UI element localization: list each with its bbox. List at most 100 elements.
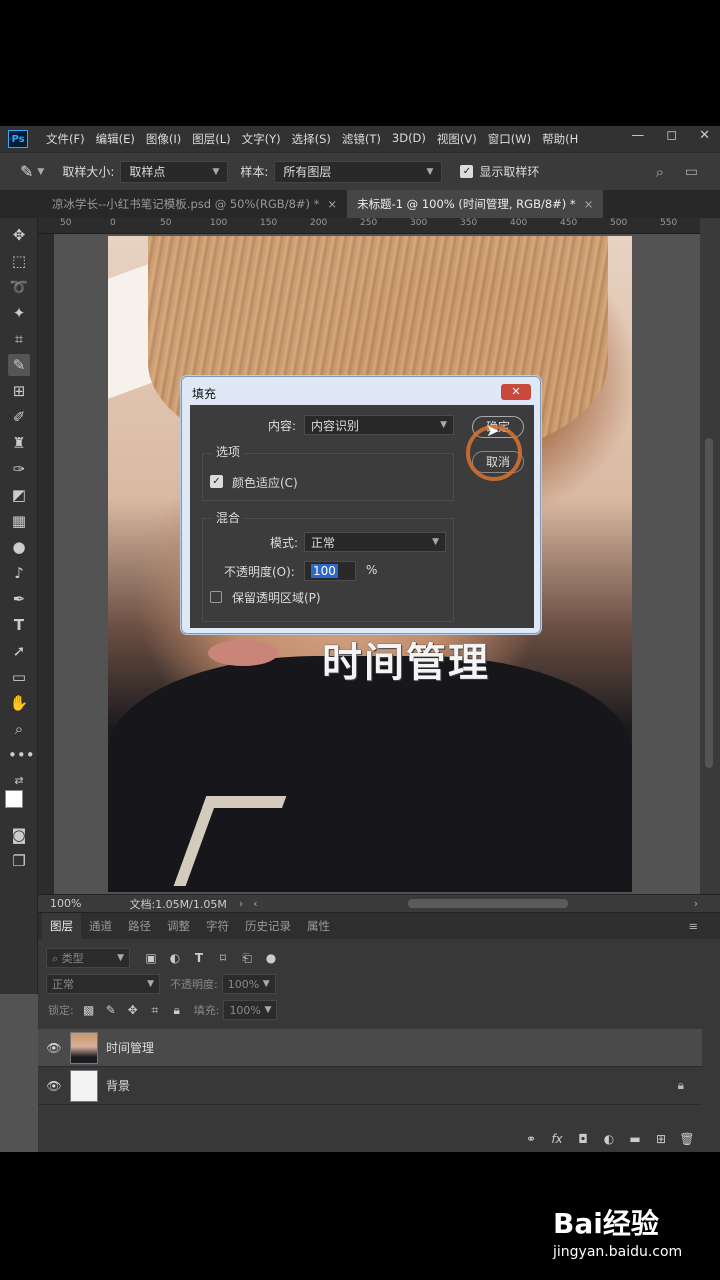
tab-character[interactable]: 字符 — [198, 913, 237, 939]
gradient-tool-icon[interactable]: ▦ — [8, 510, 30, 532]
menu-window[interactable]: 窗口(W) — [488, 131, 531, 147]
close-icon[interactable]: × — [327, 197, 337, 211]
fx-icon[interactable]: fx — [548, 1132, 566, 1146]
filter-pixel-icon[interactable]: ▣ — [142, 951, 160, 965]
mask-icon[interactable]: ◘ — [574, 1132, 592, 1146]
history-brush-tool-icon[interactable]: ✑ — [8, 458, 30, 480]
path-selection-tool-icon[interactable]: ➚ — [8, 640, 30, 662]
lock-pixels-icon[interactable]: ✎ — [102, 1003, 120, 1017]
new-layer-icon[interactable]: ⊞ — [652, 1132, 670, 1146]
maximize-button[interactable]: ◻ — [666, 128, 677, 143]
lock-all-icon[interactable]: 🔒︎ — [168, 1003, 186, 1018]
search-icon[interactable]: ⌕ — [656, 163, 664, 181]
screen-mode-icon[interactable]: ❐ — [8, 850, 30, 872]
foreground-color-swatch[interactable] — [5, 790, 23, 808]
opacity-input[interactable]: 100 — [304, 561, 356, 581]
hand-tool-icon[interactable]: ✋ — [8, 692, 30, 714]
tab-properties[interactable]: 属性 — [299, 913, 338, 939]
eraser-tool-icon[interactable]: ◩ — [8, 484, 30, 506]
tab-untitled-1[interactable]: 未标题-1 @ 100% (时间管理, RGB/8#) * × — [347, 190, 604, 218]
sample-select[interactable]: 所有图层 ▼ — [274, 160, 443, 183]
stamp-tool-icon[interactable]: ♜ — [8, 432, 30, 454]
status-menu-icon[interactable]: › — [239, 897, 243, 910]
dialog-close-button[interactable]: ✕ — [501, 384, 531, 400]
blur-tool-icon[interactable]: ● — [8, 536, 30, 558]
type-tool-icon[interactable]: T — [8, 614, 30, 636]
scroll-right-icon[interactable]: › — [694, 897, 698, 910]
adjustment-icon[interactable]: ◐ — [600, 1132, 618, 1146]
menu-3d[interactable]: 3D(D) — [392, 131, 426, 147]
filter-toggle-icon[interactable]: ● — [262, 951, 280, 965]
close-window-button[interactable]: ✕ — [699, 128, 710, 143]
menu-type[interactable]: 文字(Y) — [242, 131, 281, 147]
scroll-left-icon[interactable]: ‹ — [253, 897, 257, 910]
folder-icon[interactable]: ▬ — [626, 1132, 644, 1146]
scrollbar-thumb[interactable] — [705, 438, 713, 768]
sample-size-select[interactable]: 取样点 ▼ — [120, 160, 229, 183]
move-tool-icon[interactable]: ✥ — [8, 224, 30, 246]
doc-size[interactable]: 文档:1.05M/1.05M — [129, 896, 226, 912]
eyedropper-tool-icon[interactable]: ✎ — [8, 354, 30, 376]
horizontal-scrollbar-thumb[interactable] — [408, 899, 568, 908]
eyedropper-tool-preset-icon[interactable]: ✎ — [20, 162, 33, 181]
lock-artboard-icon[interactable]: ⌗ — [146, 1003, 164, 1018]
tab-adjustments[interactable]: 调整 — [159, 913, 198, 939]
link-icon[interactable]: ⚭ — [522, 1132, 540, 1146]
eye-icon[interactable]: 👁︎ — [38, 1079, 70, 1093]
menu-image[interactable]: 图像(I) — [146, 131, 181, 147]
chevron-down-icon[interactable]: ▼ — [37, 167, 44, 177]
tab-layers[interactable]: 图层 — [42, 913, 81, 939]
marquee-tool-icon[interactable]: ⬚ — [8, 250, 30, 272]
mode-select[interactable]: 正常 ▼ — [304, 532, 446, 552]
brush-tool-icon[interactable]: ✐ — [8, 406, 30, 428]
magic-wand-tool-icon[interactable]: ✦ — [8, 302, 30, 324]
healing-brush-tool-icon[interactable]: ⊞ — [8, 380, 30, 402]
workspace-icon[interactable]: ▭ — [685, 164, 698, 180]
zoom-level[interactable]: 100% — [50, 897, 81, 910]
tab-channels[interactable]: 通道 — [81, 913, 120, 939]
quick-mask-icon[interactable]: ◙ — [8, 824, 30, 846]
menu-select[interactable]: 选择(S) — [292, 131, 331, 147]
layer-name[interactable]: 时间管理 — [106, 1039, 154, 1056]
rectangle-tool-icon[interactable]: ▭ — [8, 666, 30, 688]
tab-template-psd[interactable]: 凉冰学长--小红书笔记模板.psd @ 50%(RGB/8#) * × — [42, 190, 347, 218]
zoom-tool-icon[interactable]: ⌕ — [8, 718, 30, 740]
close-icon[interactable]: × — [584, 197, 594, 211]
filter-adjustment-icon[interactable]: ◐ — [166, 951, 184, 965]
crop-tool-icon[interactable]: ⌗ — [8, 328, 30, 350]
show-ring-checkbox[interactable]: ✓ — [460, 165, 474, 178]
filter-shape-icon[interactable]: ⌑ — [214, 951, 232, 965]
menu-help[interactable]: 帮助(H — [542, 131, 578, 147]
more-tools-icon[interactable]: ••• — [8, 744, 35, 766]
lock-transparent-icon[interactable]: ▩ — [80, 1003, 98, 1017]
dodge-tool-icon[interactable]: ♪ — [8, 562, 30, 584]
preserve-transparency-checkbox[interactable] — [210, 591, 222, 603]
color-adapt-checkbox[interactable]: ✓ — [210, 475, 223, 488]
minimize-button[interactable]: — — [631, 128, 644, 143]
blend-mode-select[interactable]: 正常 ▼ — [46, 974, 160, 994]
menu-file[interactable]: 文件(F) — [46, 131, 85, 147]
fill-input[interactable]: 100% ▼ — [223, 1000, 278, 1020]
layer-opacity-input[interactable]: 100% ▼ — [221, 974, 276, 994]
content-select[interactable]: 内容识别 ▼ — [304, 415, 454, 435]
filter-kind-select[interactable]: ⌕ 类型 ▼ — [46, 948, 130, 968]
swap-colors-icon[interactable]: ⇄ — [8, 770, 30, 792]
layer-row-background[interactable]: 👁︎ 背景 🔒︎ — [38, 1067, 702, 1105]
filter-type-icon[interactable]: T — [190, 951, 208, 965]
vertical-scrollbar[interactable] — [700, 218, 720, 894]
menu-edit[interactable]: 编辑(E) — [96, 131, 135, 147]
pen-tool-icon[interactable]: ✒ — [8, 588, 30, 610]
filter-smart-object-icon[interactable]: ⎗ — [238, 951, 256, 966]
lock-position-icon[interactable]: ✥ — [124, 1003, 142, 1017]
tab-paths[interactable]: 路径 — [120, 913, 159, 939]
lasso-tool-icon[interactable]: ➰ — [8, 276, 30, 298]
layer-name[interactable]: 背景 — [106, 1077, 130, 1094]
menu-layer[interactable]: 图层(L) — [192, 131, 230, 147]
menu-filter[interactable]: 滤镜(T) — [342, 131, 381, 147]
trash-icon[interactable]: 🗑︎ — [678, 1132, 696, 1146]
tab-history[interactable]: 历史记录 — [237, 913, 299, 939]
menu-view[interactable]: 视图(V) — [437, 131, 477, 147]
panel-menu-icon[interactable]: ≡ — [688, 919, 698, 933]
canvas-text-layer[interactable]: 时间管理 — [322, 630, 490, 688]
layer-row-text[interactable]: 👁︎ 时间管理 — [38, 1029, 702, 1067]
